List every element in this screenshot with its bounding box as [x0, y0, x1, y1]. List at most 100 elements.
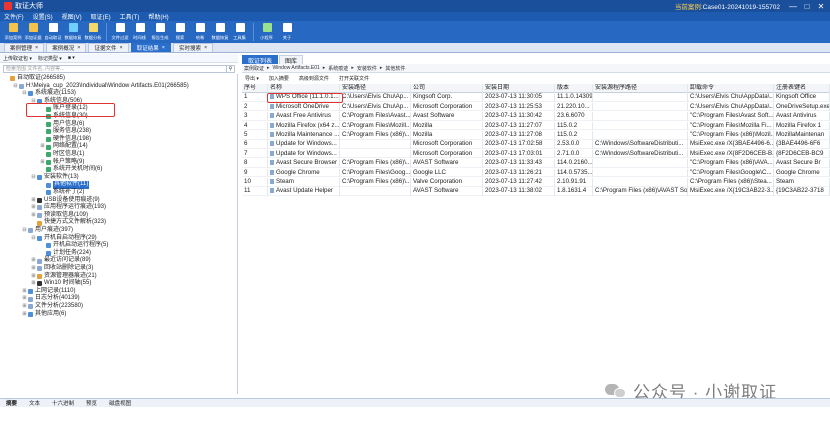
- minimize-button[interactable]: —: [786, 0, 800, 12]
- detail-tab-4[interactable]: 磁盘视图: [109, 399, 131, 407]
- ribbon-button-13[interactable]: 关于: [278, 21, 296, 43]
- expand-toggle-icon[interactable]: ⊟: [22, 90, 27, 97]
- tree-node[interactable]: ⊞ Win10 时间轴(55): [31, 280, 91, 287]
- expand-toggle-icon[interactable]: ⊞: [31, 197, 36, 204]
- doc-tab-4[interactable]: 实时搜索 ×: [172, 43, 214, 52]
- close-icon[interactable]: ×: [119, 45, 122, 51]
- ribbon-button-6[interactable]: 时间线: [131, 21, 149, 43]
- column-header-date[interactable]: 安装日期: [483, 84, 555, 93]
- left-toolbar-item-0[interactable]: 上传取证包 ▾: [3, 55, 32, 62]
- tree-node[interactable]: ⊞ 最近访问记录(89): [31, 257, 91, 264]
- doc-tab-2[interactable]: 证据文件 ×: [88, 43, 129, 52]
- tree-node[interactable]: 系统补丁(2): [40, 189, 84, 196]
- expand-toggle-icon[interactable]: ⊞: [22, 288, 27, 295]
- expand-toggle-icon[interactable]: ⊟: [31, 174, 36, 181]
- maximize-button[interactable]: □: [800, 0, 814, 12]
- result-toolbar-button-0[interactable]: 导出 ▾: [245, 75, 259, 82]
- breadcrumb-item[interactable]: 其他软件: [385, 65, 405, 72]
- column-header-path[interactable]: 安装路径: [340, 84, 411, 93]
- search-icon[interactable]: ⚲: [226, 65, 235, 73]
- expand-toggle-icon[interactable]: ⊞: [31, 257, 36, 264]
- table-row[interactable]: 8 Avast Secure Browser C:\Program Files (x…: [242, 159, 830, 168]
- column-header-name[interactable]: 名称: [268, 84, 340, 93]
- close-icon[interactable]: ×: [204, 45, 207, 51]
- ribbon-button-9[interactable]: 哈希: [191, 21, 209, 43]
- expand-toggle-icon[interactable]: ⊟: [31, 235, 36, 242]
- column-header-no[interactable]: 序号: [242, 84, 268, 93]
- table-row[interactable]: 2 Microsoft OneDrive C:\Users\Elvis Chu\Ap…: [242, 102, 830, 112]
- tree-node[interactable]: ⊞ 文件分析(223580): [22, 303, 83, 310]
- tree-node[interactable]: ⊞ 网络配置(14): [40, 143, 88, 150]
- left-toolbar-item-1[interactable]: 标记类型 ▾: [38, 55, 62, 62]
- table-row[interactable]: 11 Avast Update Helper AVAST Software 2023-…: [242, 187, 830, 196]
- expand-toggle-icon[interactable]: ⊞: [31, 280, 36, 287]
- breadcrumb-item[interactable]: Window Artifacts.E01: [273, 65, 320, 71]
- table-row[interactable]: 3 Avast Free Antivirus C:\Program Files\Av…: [242, 112, 830, 121]
- tree-node[interactable]: 快捷方式文件解析(323): [31, 219, 106, 226]
- tree-node[interactable]: ⊞ 日志分析(40139): [22, 295, 80, 302]
- menu-item-2[interactable]: 视图(V): [62, 12, 82, 21]
- expand-toggle-icon[interactable]: ⊞: [31, 204, 36, 211]
- ribbon-button-7[interactable]: 报告生成: [151, 21, 169, 43]
- ribbon-button-8[interactable]: 搜索: [171, 21, 189, 43]
- ribbon-button-5[interactable]: 文件过滤: [111, 21, 129, 43]
- tree-node[interactable]: ⊞ 回收站删除记录(3): [31, 265, 93, 272]
- detail-tab-0[interactable]: 摘要: [6, 399, 17, 407]
- menu-item-4[interactable]: 工具(T): [120, 12, 140, 21]
- breadcrumb-item[interactable]: 系统痕迹: [328, 65, 348, 72]
- ribbon-button-1[interactable]: 添加证据: [24, 21, 42, 43]
- tree-node[interactable]: 用户信息(6): [40, 121, 84, 128]
- expand-toggle-icon[interactable]: ⊞: [31, 273, 36, 280]
- expand-toggle-icon[interactable]: ⊞: [40, 143, 45, 150]
- table-row[interactable]: 4 Mozilla Firefox (x64 z... C:\Program Fil…: [242, 121, 830, 131]
- ribbon-button-12[interactable]: 小程序: [258, 21, 276, 43]
- ribbon-button-2[interactable]: 自动取证: [44, 21, 62, 43]
- tree-node[interactable]: ⊞ USB设备使用痕迹(9): [31, 197, 100, 204]
- doc-tab-3[interactable]: 取证结果 ×: [130, 43, 171, 52]
- tree-node[interactable]: 自动取证(266585): [4, 75, 65, 82]
- tree-node[interactable]: 服务信息(238): [40, 128, 91, 135]
- column-header-source[interactable]: 安装源程序路径: [593, 84, 688, 93]
- tree-node[interactable]: ⊞ 帐户策略(9): [40, 159, 84, 166]
- result-toolbar-button-3[interactable]: 打开关联文件: [339, 75, 369, 82]
- menu-item-5[interactable]: 帮助(H): [148, 12, 168, 21]
- ribbon-button-11[interactable]: 工具集: [231, 21, 249, 43]
- detail-tab-2[interactable]: 十六进制: [52, 399, 74, 407]
- expand-toggle-icon[interactable]: ⊟: [22, 227, 27, 234]
- expand-toggle-icon[interactable]: ⊟: [13, 83, 18, 90]
- column-header-reg[interactable]: 注册表键名: [774, 84, 830, 93]
- expand-toggle-icon[interactable]: ⊞: [31, 212, 36, 219]
- result-tab-0[interactable]: 取证列表: [242, 55, 279, 65]
- table-row[interactable]: 6 Update for Windows... Microsoft Corporat…: [242, 140, 830, 149]
- expand-toggle-icon[interactable]: ⊞: [22, 295, 27, 302]
- breadcrumb-item[interactable]: 安装软件: [357, 65, 377, 72]
- menu-item-3[interactable]: 取证(E): [91, 12, 111, 21]
- menu-item-1[interactable]: 设置(S): [33, 12, 53, 21]
- doc-tab-0[interactable]: 案例管理 ×: [4, 43, 45, 52]
- table-row[interactable]: 7 Update for Windows... Microsoft Corporat…: [242, 149, 830, 159]
- expand-toggle-icon[interactable]: ⊞: [31, 265, 36, 272]
- tree-node[interactable]: 开机启动运行程序(5): [40, 242, 108, 249]
- detail-tab-1[interactable]: 文本: [29, 399, 40, 407]
- close-icon[interactable]: ×: [77, 45, 80, 51]
- breadcrumb-item[interactable]: 案例取证: [244, 65, 264, 72]
- result-toolbar-button-2[interactable]: 高级到源文件: [299, 75, 329, 82]
- doc-tab-1[interactable]: 案例概况 ×: [46, 43, 87, 52]
- ribbon-button-3[interactable]: 数据恢复: [64, 21, 82, 43]
- tree-node[interactable]: ⊟ 系统痕迹(1153): [22, 90, 76, 97]
- close-icon[interactable]: ×: [162, 45, 165, 51]
- result-tab-1[interactable]: 图库: [279, 55, 304, 65]
- close-icon[interactable]: ×: [35, 45, 38, 51]
- expand-toggle-icon[interactable]: ⊞: [22, 311, 27, 318]
- tree-node[interactable]: ⊟ H:\Meiya_cup_2023\Individual\Window Art…: [13, 83, 189, 90]
- tree-node[interactable]: 时区信息(1): [40, 151, 84, 158]
- tree-node[interactable]: ⊟ 开机自启动程序(29): [31, 235, 97, 242]
- close-button[interactable]: ✕: [814, 0, 828, 12]
- expand-toggle-icon[interactable]: ⊞: [22, 303, 27, 310]
- table-row[interactable]: 5 Mozilla Maintenance ... C:\Program Files…: [242, 131, 830, 140]
- left-toolbar-item-2[interactable]: ■ ▾: [68, 55, 75, 61]
- result-toolbar-button-1[interactable]: 加入摘要: [269, 75, 289, 82]
- expand-toggle-icon[interactable]: ⊞: [40, 159, 45, 166]
- table-row[interactable]: 9 Google Chrome C:\Program Files\Goog... Go…: [242, 168, 830, 178]
- column-header-version[interactable]: 版本: [555, 84, 593, 93]
